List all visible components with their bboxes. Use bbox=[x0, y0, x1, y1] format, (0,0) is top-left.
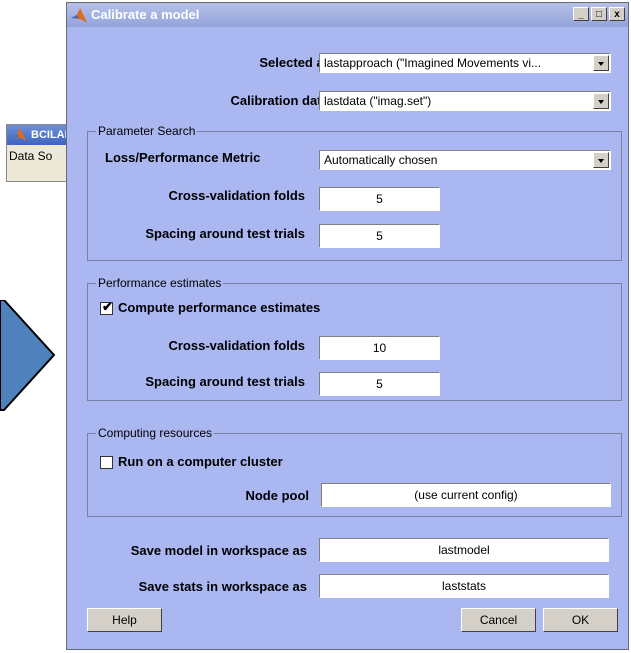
search-spacing-label: Spacing around test trials bbox=[145, 226, 305, 241]
cancel-button[interactable]: Cancel bbox=[461, 608, 536, 632]
node-pool-input[interactable]: (use current config) bbox=[321, 483, 611, 507]
cluster-checkbox[interactable] bbox=[100, 456, 113, 469]
search-spacing-input[interactable]: 5 bbox=[319, 224, 440, 248]
chevron-down-icon[interactable] bbox=[593, 152, 609, 168]
compute-performance-label: Compute performance estimates bbox=[118, 300, 321, 315]
computing-panel: Computing resources Run on a computer cl… bbox=[87, 426, 622, 517]
node-pool-label: Node pool bbox=[245, 488, 309, 503]
dialog-title: Calibrate a model bbox=[91, 7, 200, 22]
calibration-source-value: lastdata ("imag.set") bbox=[324, 94, 432, 108]
save-stats-label: Save stats in workspace as bbox=[138, 579, 307, 594]
selected-approach-dropdown[interactable]: lastapproach ("Imagined Movements vi... bbox=[319, 53, 611, 73]
ok-button[interactable]: OK bbox=[543, 608, 618, 632]
chevron-down-icon[interactable] bbox=[593, 55, 609, 71]
performance-spacing-input[interactable]: 5 bbox=[319, 372, 440, 396]
search-folds-label: Cross-validation folds bbox=[168, 188, 305, 203]
metric-dropdown[interactable]: Automatically chosen bbox=[319, 150, 611, 170]
metric-value: Automatically chosen bbox=[324, 153, 438, 167]
check-mark-icon: ✔ bbox=[102, 299, 113, 314]
selected-approach-value: lastapproach ("Imagined Movements vi... bbox=[324, 56, 542, 70]
performance-title: Performance estimates bbox=[96, 276, 224, 290]
save-stats-input[interactable]: laststats bbox=[319, 574, 609, 598]
save-model-input[interactable]: lastmodel bbox=[319, 538, 609, 562]
help-button[interactable]: Help bbox=[87, 608, 162, 632]
performance-spacing-label: Spacing around test trials bbox=[145, 374, 305, 389]
calibrate-dialog: Calibrate a model _ □ x Selected approac… bbox=[66, 2, 629, 650]
save-model-label: Save model in workspace as bbox=[130, 543, 307, 558]
close-button[interactable]: x bbox=[609, 7, 625, 21]
computing-title: Computing resources bbox=[96, 426, 215, 440]
performance-folds-label: Cross-validation folds bbox=[168, 338, 305, 353]
performance-panel: Performance estimates ✔ Compute performa… bbox=[87, 276, 622, 401]
compute-performance-checkbox[interactable]: ✔ bbox=[100, 299, 113, 315]
calibration-source-dropdown[interactable]: lastdata ("imag.set") bbox=[319, 91, 611, 111]
search-folds-input[interactable]: 5 bbox=[319, 187, 440, 211]
chevron-down-icon[interactable] bbox=[593, 93, 609, 109]
matlab-logo-icon bbox=[71, 8, 87, 23]
parameter-search-panel: Parameter Search Loss/Performance Metric… bbox=[87, 124, 622, 261]
dialog-titlebar[interactable]: Calibrate a model _ □ x bbox=[67, 3, 628, 27]
matlab-logo-icon bbox=[12, 128, 26, 141]
performance-folds-input[interactable]: 10 bbox=[319, 336, 440, 360]
arrow-icon bbox=[0, 300, 56, 411]
minimize-button[interactable]: _ bbox=[573, 7, 589, 21]
maximize-button[interactable]: □ bbox=[591, 7, 607, 21]
cluster-label: Run on a computer cluster bbox=[118, 454, 283, 469]
parameter-search-title: Parameter Search bbox=[96, 124, 198, 138]
metric-label: Loss/Performance Metric bbox=[105, 150, 261, 165]
